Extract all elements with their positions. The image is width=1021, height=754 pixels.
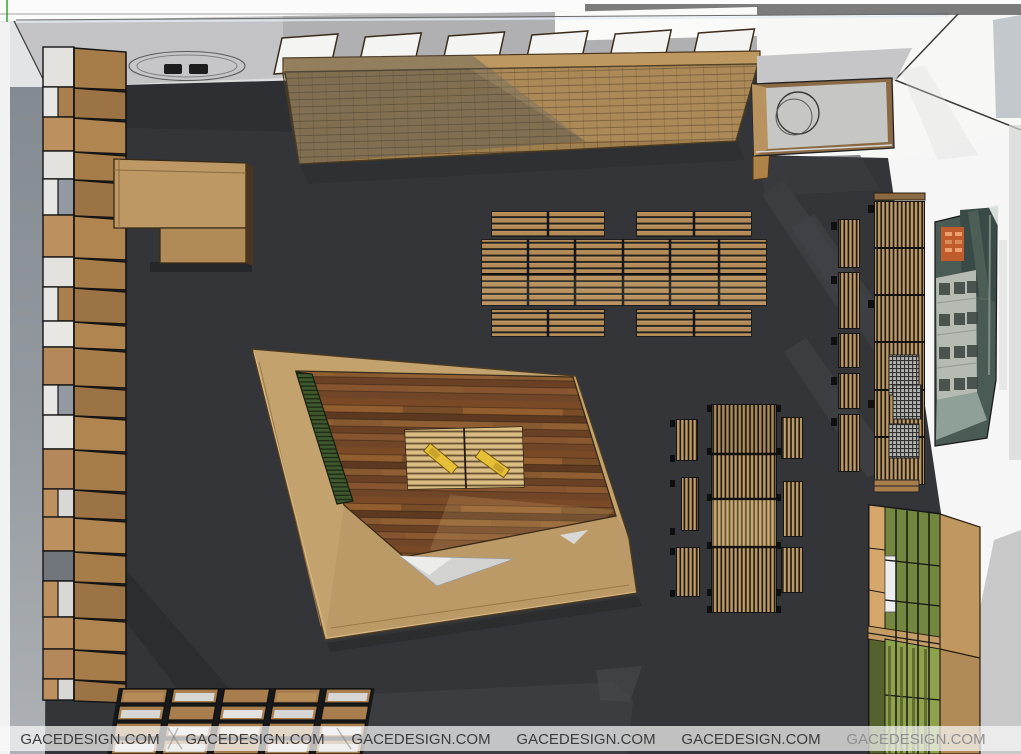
svg-text:GACEDESIGN.COM: GACEDESIGN.COM: [681, 731, 820, 748]
svg-text:GACEDESIGN.COM: GACEDESIGN.COM: [351, 731, 490, 748]
svg-text:GACEDESIGN.COM: GACEDESIGN.COM: [516, 731, 655, 748]
svg-text:GACEDESIGN.COM: GACEDESIGN.COM: [185, 731, 324, 748]
svg-text:GACEDESIGN.COM: GACEDESIGN.COM: [20, 731, 159, 748]
svg-text:GACEDESIGN.COM: GACEDESIGN.COM: [846, 731, 985, 748]
